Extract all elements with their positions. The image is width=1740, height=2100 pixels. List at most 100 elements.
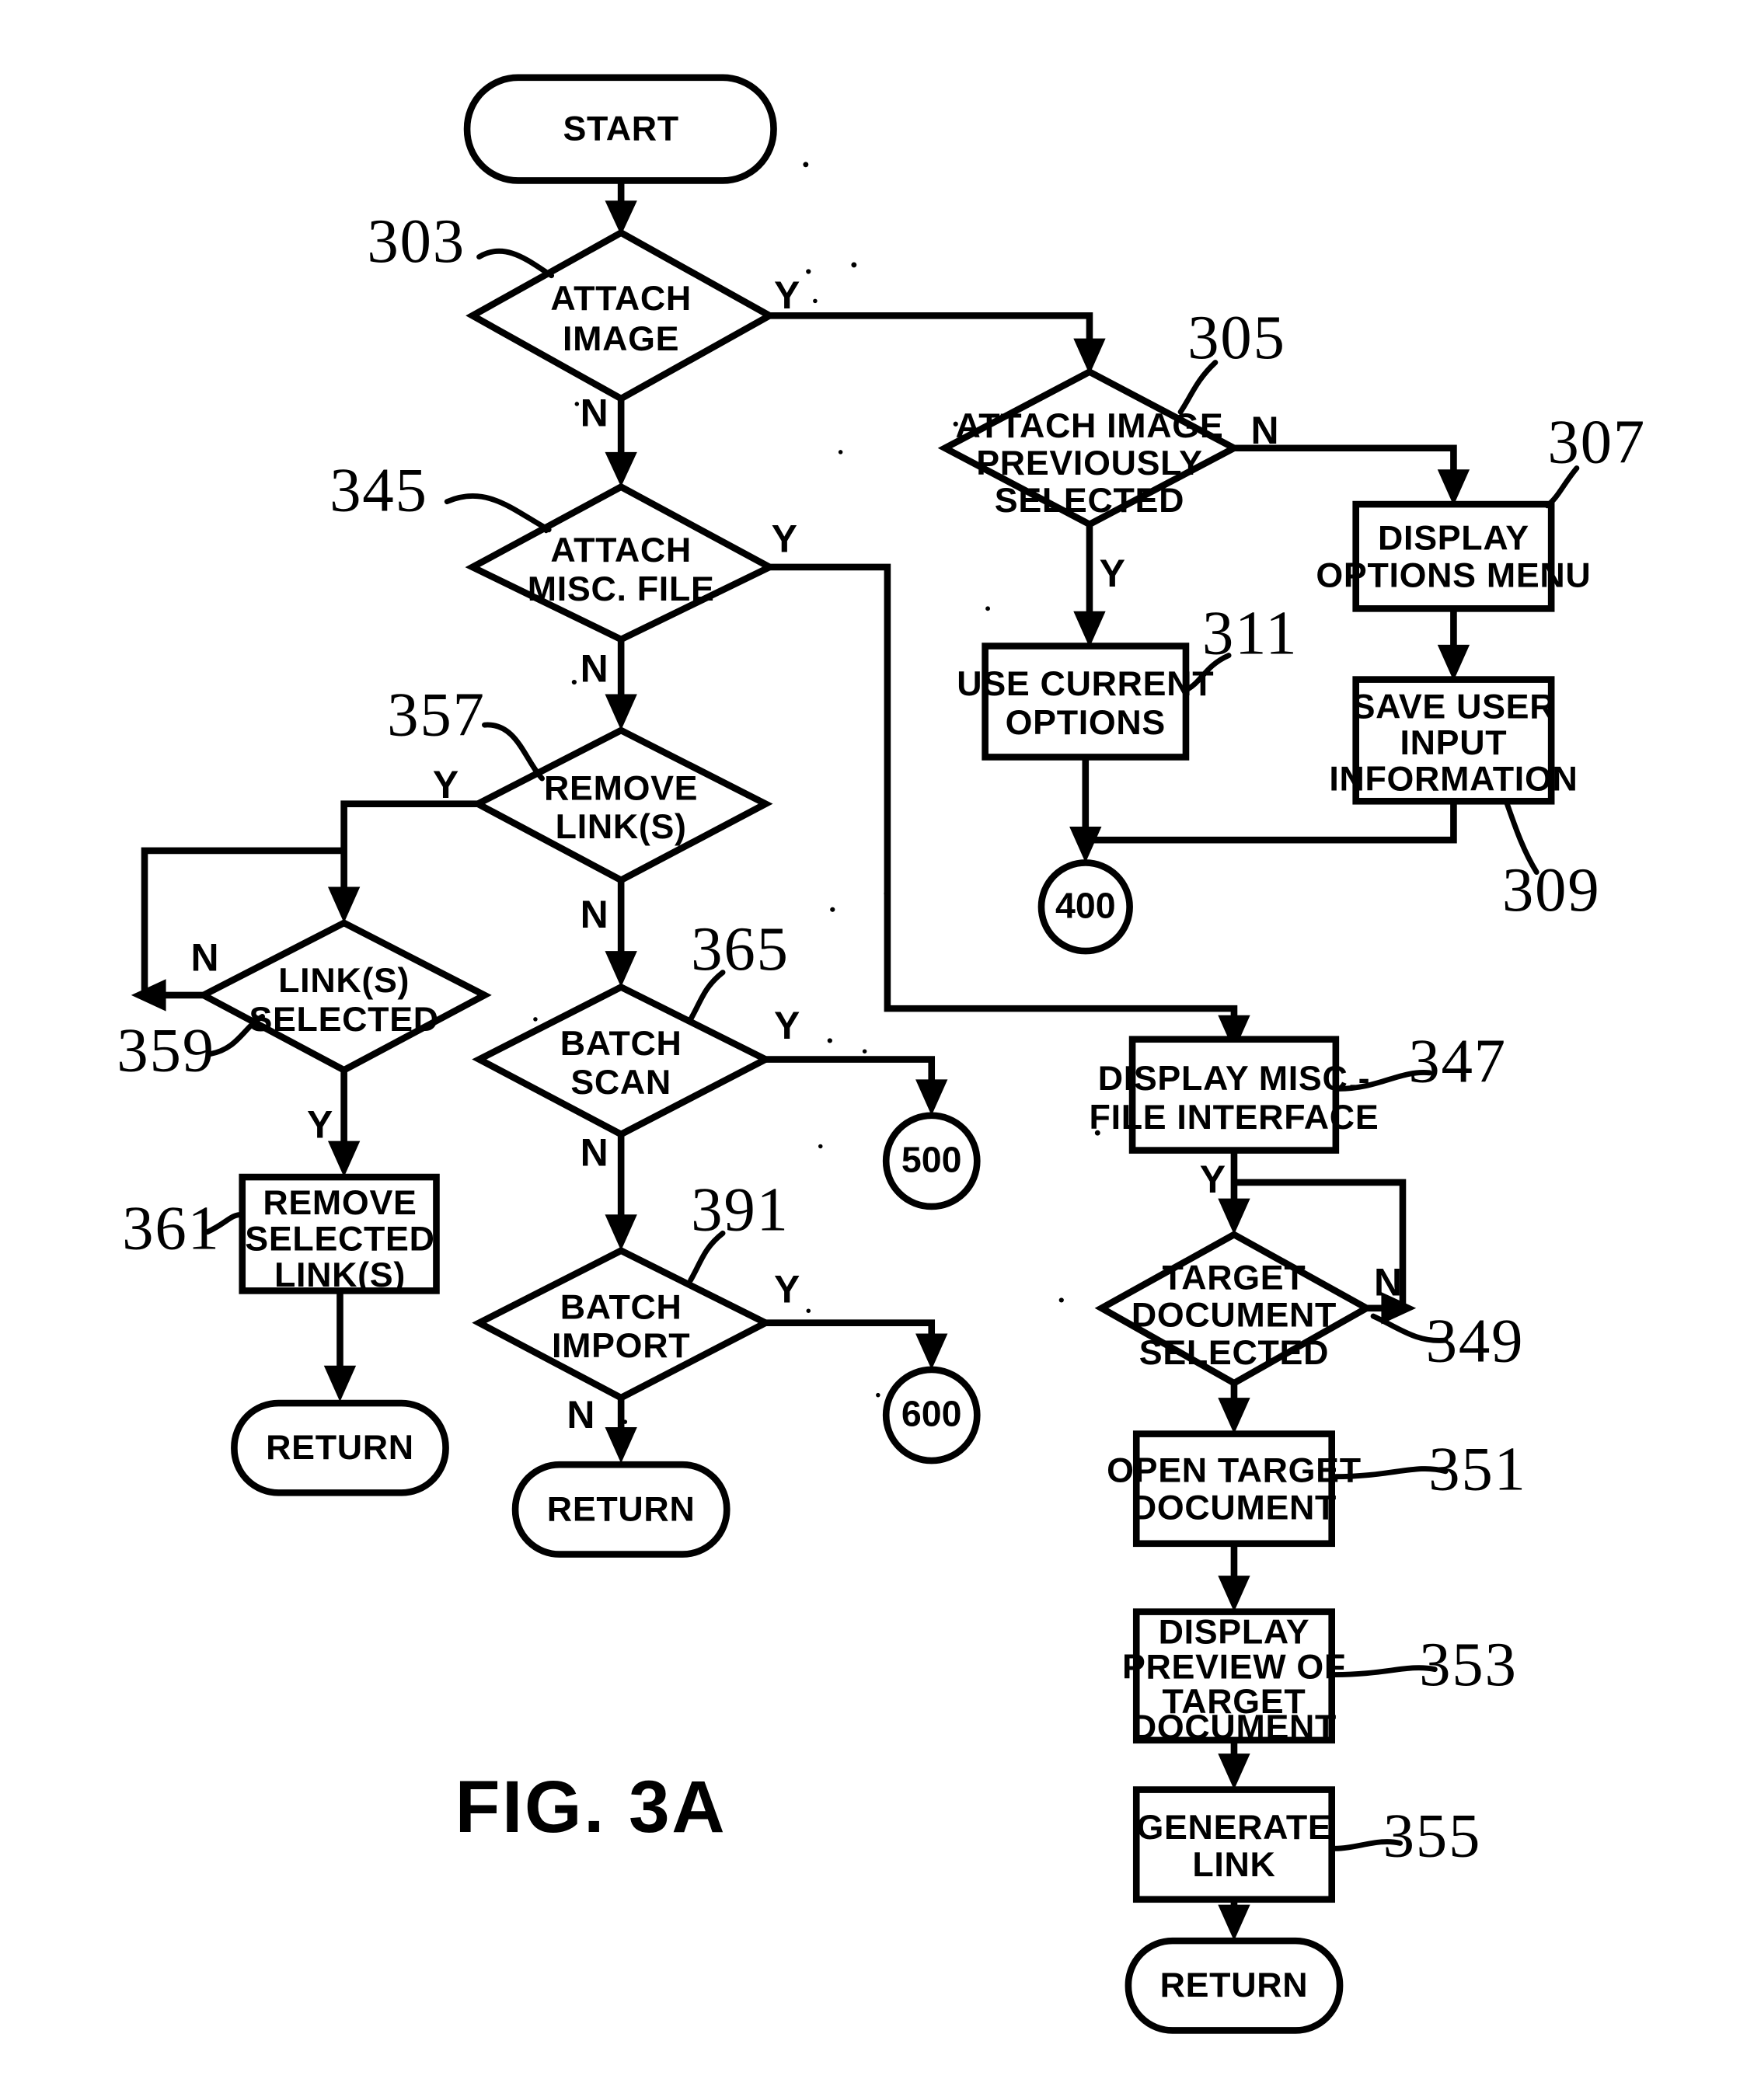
arrowhead-conn-400-top bbox=[1069, 826, 1102, 863]
edge-batch-import-yes bbox=[765, 1319, 936, 1351]
edge-label-links-selected-yes: Y bbox=[307, 1103, 333, 1147]
node-attach-misc-label-1: ATTACH bbox=[550, 531, 692, 569]
node-misc-iface-label-1: DISPLAY MISC.- bbox=[1098, 1059, 1371, 1098]
node-target-doc-label-2: DOCUMENT bbox=[1132, 1296, 1337, 1335]
edge-save-input-to-400-trunk bbox=[1085, 801, 1457, 844]
arrowhead-batch-scan-top bbox=[605, 951, 637, 987]
node-generate-link-label-1: GENERATE bbox=[1136, 1808, 1331, 1847]
node-use-current-options: USE CURRENT OPTIONS bbox=[957, 643, 1214, 761]
reference-number-307: 307 bbox=[1547, 406, 1646, 476]
edge-label-attach-misc-no: N bbox=[581, 646, 608, 690]
edge-label-batch-import-yes: Y bbox=[774, 1267, 800, 1311]
reference-number-361: 361 bbox=[122, 1193, 221, 1263]
node-batch-scan: BATCH SCAN bbox=[472, 983, 773, 1138]
reference-number-365: 365 bbox=[691, 914, 790, 984]
node-connector-600-label: 600 bbox=[901, 1394, 962, 1434]
node-attach-prev-label-3: SELECTED bbox=[995, 481, 1184, 520]
reference-number-347: 347 bbox=[1408, 1026, 1507, 1095]
node-display-options-menu: DISPLAY OPTIONS MENU bbox=[1316, 500, 1591, 612]
node-preview-label-4: DOCUMENT bbox=[1132, 1708, 1337, 1747]
node-links-selected-label-2: SELECTED bbox=[249, 1000, 438, 1039]
arrowhead-attach-misc-top bbox=[605, 451, 637, 487]
node-display-preview-of-target-document: DISPLAY PREVIEW OF TARGET DOCUMENT bbox=[1122, 1608, 1345, 1747]
edge-batch-scan-yes bbox=[765, 1056, 936, 1097]
reference-number-357: 357 bbox=[387, 680, 486, 750]
node-start-label: START bbox=[563, 110, 678, 148]
leader-357 bbox=[482, 722, 545, 782]
patent-figure-page: START ATTACH IMAGE ATTACH IMAGE PREVIOUS… bbox=[0, 0, 1740, 2100]
leader-303 bbox=[476, 248, 555, 279]
node-save-input-label-1: SAVE USER bbox=[1352, 687, 1556, 726]
reference-number-349: 349 bbox=[1426, 1305, 1525, 1375]
edge-label-batch-import-no: N bbox=[567, 1393, 595, 1437]
edge-label-remove-links-yes: Y bbox=[433, 763, 459, 806]
node-remove-links: REMOVE LINK(S) bbox=[470, 726, 773, 884]
node-start: START bbox=[463, 74, 777, 184]
node-misc-iface-label-2: FILE INTERFACE bbox=[1090, 1098, 1379, 1137]
edge-label-attach-image-no: N bbox=[581, 392, 608, 435]
arrowhead-conn-600-top bbox=[915, 1333, 948, 1370]
arrowhead-return-right-top bbox=[1218, 1904, 1250, 1942]
node-save-input-label-3: INFORMATION bbox=[1329, 759, 1578, 798]
node-connector-500: 500 bbox=[882, 1112, 981, 1210]
node-attach-misc-label-2: MISC. FILE bbox=[528, 569, 715, 608]
reference-number-351: 351 bbox=[1428, 1434, 1527, 1504]
node-remove-selected-label-3: LINK(S) bbox=[274, 1255, 406, 1294]
node-open-target-label-1: OPEN TARGET bbox=[1107, 1450, 1362, 1489]
figure-caption: FIG. 3A bbox=[455, 1766, 727, 1848]
arrowhead-return-mid-top bbox=[605, 1427, 637, 1464]
node-use-current-label-2: OPTIONS bbox=[1006, 703, 1166, 742]
edge-attach-prev-no bbox=[1233, 444, 1457, 487]
node-open-target-label-2: DOCUMENT bbox=[1132, 1489, 1337, 1527]
node-display-options-label-2: OPTIONS MENU bbox=[1316, 556, 1591, 595]
reference-number-311: 311 bbox=[1202, 598, 1299, 668]
node-display-misc-file-interface: DISPLAY MISC.- FILE INTERFACE bbox=[1090, 1036, 1379, 1154]
leader-345 bbox=[444, 493, 552, 533]
node-batch-import-label-1: BATCH bbox=[560, 1287, 682, 1326]
arrowhead-display-options-top bbox=[1437, 469, 1470, 506]
edge-label-target-doc-no: N bbox=[1374, 1261, 1402, 1304]
arrowhead-open-target-top bbox=[1218, 1398, 1250, 1434]
arrowhead-remove-links-top bbox=[605, 694, 637, 731]
node-save-input-label-2: INPUT bbox=[1400, 723, 1508, 762]
node-batch-scan-label-1: BATCH bbox=[560, 1024, 682, 1063]
edge-label-misc-iface-yes: Y bbox=[1200, 1158, 1226, 1201]
node-remove-links-label-2: LINK(S) bbox=[556, 807, 687, 846]
reference-number-391: 391 bbox=[691, 1175, 790, 1245]
edge-label-attach-prev-no: N bbox=[1251, 409, 1279, 452]
node-remove-selected-links: REMOVE SELECTED LINK(S) bbox=[239, 1173, 440, 1294]
reference-number-353: 353 bbox=[1419, 1629, 1518, 1699]
arrowhead-conn-500-top bbox=[915, 1079, 948, 1116]
arrowhead-batch-import-top bbox=[605, 1214, 637, 1251]
node-connector-600: 600 bbox=[882, 1366, 981, 1464]
node-return-left: RETURN bbox=[231, 1399, 449, 1496]
arrowhead-use-current-top bbox=[1073, 611, 1106, 648]
node-connector-500-label: 500 bbox=[901, 1139, 962, 1179]
flowchart-canvas: START ATTACH IMAGE ATTACH IMAGE PREVIOUS… bbox=[117, 74, 1646, 2034]
node-return-right: RETURN bbox=[1125, 1937, 1344, 2034]
node-batch-scan-label-2: SCAN bbox=[570, 1063, 671, 1102]
node-open-target-document: OPEN TARGET DOCUMENT bbox=[1107, 1430, 1362, 1548]
arrowhead-links-loop-left bbox=[131, 979, 166, 1012]
node-batch-import-label-2: IMPORT bbox=[552, 1326, 690, 1365]
node-connector-400: 400 bbox=[1037, 859, 1133, 955]
reference-number-359: 359 bbox=[117, 1015, 215, 1085]
node-generate-link-label-2: LINK bbox=[1192, 1845, 1275, 1884]
edge-attach-misc-yes bbox=[769, 563, 1238, 1033]
edge-label-attach-misc-yes: Y bbox=[772, 517, 797, 560]
edge-label-batch-scan-yes: Y bbox=[774, 1004, 800, 1047]
node-return-mid-label: RETURN bbox=[547, 1489, 696, 1528]
reference-number-345: 345 bbox=[330, 454, 428, 524]
node-target-doc-label-1: TARGET bbox=[1163, 1258, 1306, 1297]
reference-number-305: 305 bbox=[1187, 302, 1286, 372]
reference-number-303: 303 bbox=[367, 206, 466, 276]
edge-label-attach-prev-yes: Y bbox=[1100, 552, 1125, 595]
reference-number-309: 309 bbox=[1502, 855, 1601, 925]
edge-label-batch-scan-no: N bbox=[581, 1131, 608, 1175]
node-use-current-label-1: USE CURRENT bbox=[957, 664, 1214, 703]
node-display-options-label-1: DISPLAY bbox=[1378, 518, 1529, 557]
node-attach-prev-label-2: PREVIOUSLY bbox=[976, 444, 1202, 482]
arrowhead-generate-link-top bbox=[1218, 1753, 1250, 1790]
node-attach-image-label-2: IMAGE bbox=[563, 319, 679, 358]
edge-attach-image-yes bbox=[769, 312, 1093, 356]
